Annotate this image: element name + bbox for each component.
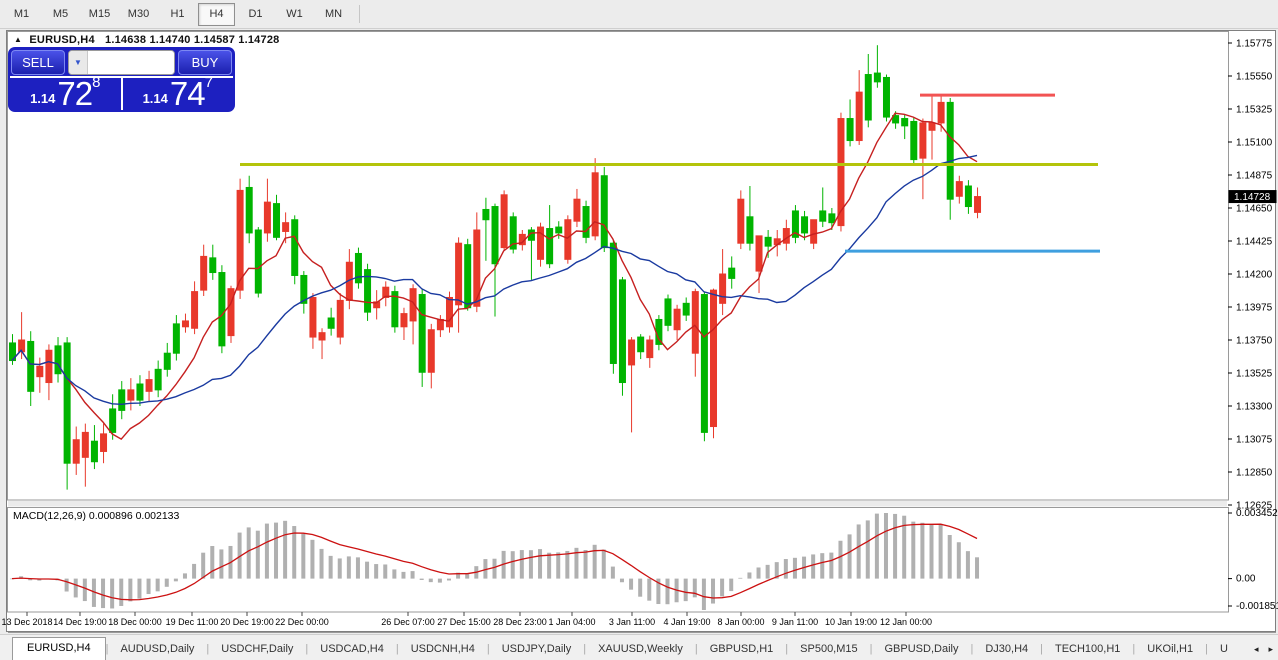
tab-usdcad-h4[interactable]: USDCAD,H4 [308, 639, 396, 660]
symbol-title: EURUSD,H4 [29, 34, 94, 46]
tab-ukoil-h1[interactable]: UKOil,H1 [1135, 639, 1205, 660]
tf-button-h1[interactable]: H1 [159, 3, 196, 26]
tf-button-m15[interactable]: M15 [81, 3, 118, 26]
tab-eurusd-h4[interactable]: EURUSD,H4 [12, 637, 106, 660]
lot-decrease-button[interactable]: ▼ [69, 51, 88, 74]
tab-tech100-h1[interactable]: TECH100,H1 [1043, 639, 1132, 660]
macd-indicator-label: MACD(12,26,9) 0.000896 0.002133 [13, 510, 179, 522]
tab-scroll-right-button[interactable]: ▸ [1266, 644, 1275, 655]
tab-usdchf-daily[interactable]: USDCHF,Daily [209, 639, 305, 660]
ohlc-quote: 1.14638 1.14740 1.14587 1.14728 [105, 34, 279, 46]
one-click-trading-panel: SELL ▼ ▲ BUY 1.14 72 8 1.14 74 7 [8, 47, 235, 112]
tf-button-w1[interactable]: W1 [276, 3, 313, 26]
buy-price-pipette: 7 [205, 76, 213, 90]
tab-gbpusd-daily[interactable]: GBPUSD,Daily [873, 639, 971, 660]
sell-price-prefix: 1.14 [30, 89, 55, 109]
buy-price[interactable]: 1.14 74 7 [123, 78, 234, 110]
collapse-triangle-icon[interactable]: ▲ [14, 35, 22, 44]
symbol-tab-bar: EURUSD,H4|AUDUSD,Daily|USDCHF,Daily|USDC… [0, 634, 1278, 660]
tab-xauusd-weekly[interactable]: XAUUSD,Weekly [586, 639, 695, 660]
sell-button[interactable]: SELL [11, 50, 65, 75]
toolbar-separator [359, 5, 360, 23]
tf-button-h4[interactable]: H4 [198, 3, 235, 26]
chart-title: ▲ EURUSD,H4 1.14638 1.14740 1.14587 1.14… [14, 34, 279, 46]
tab-sp500-m15[interactable]: SP500,M15 [788, 639, 869, 660]
chart-window[interactable] [6, 30, 1276, 632]
tab-dj30-h4[interactable]: DJ30,H4 [973, 639, 1040, 660]
tab-usdjpy-daily[interactable]: USDJPY,Daily [490, 639, 584, 660]
tf-button-mn[interactable]: MN [315, 3, 352, 26]
lot-input[interactable] [88, 51, 175, 74]
tab-scroll-left-button[interactable]: ◂ [1252, 644, 1261, 655]
tab-u[interactable]: U [1208, 639, 1240, 660]
tf-button-m30[interactable]: M30 [120, 3, 157, 26]
lot-stepper: ▼ ▲ [68, 50, 175, 75]
buy-price-prefix: 1.14 [143, 89, 168, 109]
tf-button-m5[interactable]: M5 [42, 3, 79, 26]
tf-button-m1[interactable]: M1 [3, 3, 40, 26]
sell-price-big: 72 [57, 79, 92, 109]
tab-audusd-daily[interactable]: AUDUSD,Daily [108, 639, 206, 660]
tab-gbpusd-h1[interactable]: GBPUSD,H1 [698, 639, 786, 660]
tab-usdcnh-h4[interactable]: USDCNH,H4 [399, 639, 487, 660]
chevron-down-icon: ▼ [74, 58, 82, 67]
buy-button[interactable]: BUY [178, 50, 232, 75]
sell-price-pipette: 8 [92, 76, 100, 90]
tf-button-d1[interactable]: D1 [237, 3, 274, 26]
timeframe-toolbar: M1M5M15M30H1H4D1W1MN [0, 0, 1278, 29]
sell-price[interactable]: 1.14 72 8 [10, 78, 123, 110]
buy-price-big: 74 [170, 79, 205, 109]
